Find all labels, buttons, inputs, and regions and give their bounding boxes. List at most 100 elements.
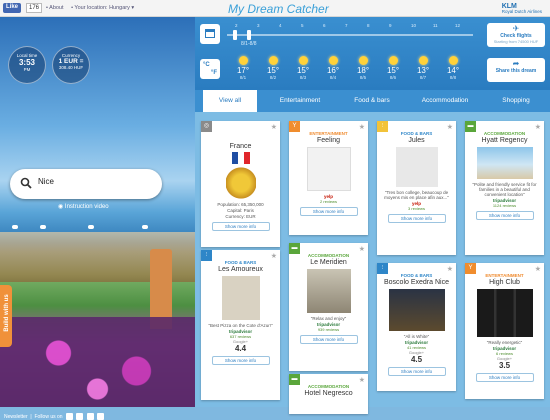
facebook-icon[interactable] [65, 413, 73, 420]
favorite-star-icon[interactable]: ★ [447, 123, 453, 131]
category-tabs: View all Entertainment Food & bars Accom… [195, 90, 550, 112]
tab-shopping[interactable]: Shopping [485, 90, 547, 112]
search-input[interactable] [38, 177, 148, 186]
show-more-info-button[interactable]: Show more info [475, 211, 534, 220]
tab-view-all[interactable]: View all [203, 90, 257, 112]
pinterest-icon[interactable] [76, 413, 84, 420]
review-quote: "Really energetic" [486, 340, 523, 345]
show-more-info-button[interactable]: Show more info [299, 335, 358, 344]
forecast-temp: 18° [356, 66, 370, 75]
timeline-tick: 4 [279, 23, 282, 28]
carousel-dot[interactable] [12, 225, 18, 229]
card-title: Jules [408, 137, 425, 144]
restaurant-image [221, 276, 260, 320]
klm-logo[interactable]: KLM Royal Dutch Airlines [502, 3, 542, 14]
card-title: High Club [489, 279, 520, 286]
google-score: Google+ 4.4 [201, 339, 280, 353]
country-info-card[interactable]: ◎ ★ France Population: 65,350,000 Capita… [201, 121, 280, 247]
review-count: 1124 reviews [492, 203, 517, 208]
entertainment-card[interactable]: Y ★ ENTERTAINMENT Feeling yelp 2 reviews… [289, 121, 368, 235]
food-bars-card[interactable]: ⫶ ★ FOOD & BARS Boscolo Exedra Nice "All… [377, 263, 456, 391]
card-category: ACCOMMODATION [307, 253, 350, 258]
card-title: Boscolo Exedra Nice [384, 279, 449, 286]
accommodation-card[interactable]: ▬ ★ ACCOMMODATION Hyatt Regency "Polite … [465, 121, 544, 255]
tab-food-bars[interactable]: Food & bars [340, 90, 404, 112]
food-bars-card[interactable]: ⫶ ★ FOOD & BARS Les Amoureux "Best Pizza… [201, 250, 280, 400]
bed-icon: ▬ [465, 121, 476, 132]
share-dream-button[interactable]: ➦ Share this dream [487, 58, 545, 82]
destination-search[interactable] [10, 169, 162, 199]
sun-icon [448, 56, 458, 65]
favorite-star-icon[interactable]: ★ [359, 123, 365, 131]
favorite-star-icon[interactable]: ★ [359, 376, 365, 384]
fork-knife-icon: ⫶ [377, 121, 388, 132]
google-score: Google+ 3.5 [465, 356, 544, 370]
review-count: 939 reviews [317, 327, 340, 332]
play-icon: ◉ [58, 204, 64, 210]
timeline-tick: 12 [455, 23, 461, 28]
forecast-date: 8/2 [269, 75, 277, 80]
email-icon[interactable] [86, 413, 94, 420]
carousel-dot[interactable] [40, 225, 46, 229]
weather-panel: 2 3 4 5 6 7 8 9 10 11 12 8/1-8/8 °C °F 1… [195, 17, 550, 90]
entertainment-card[interactable]: Y ★ ENTERTAINMENT High Club "Really ener… [465, 263, 544, 399]
show-more-info-button[interactable]: Show more info [387, 214, 446, 223]
favorite-star-icon[interactable]: ★ [271, 123, 277, 131]
klm-logo-subtitle: Royal Dutch Airlines [501, 9, 542, 14]
calendar-icon [205, 29, 215, 38]
sun-icon [238, 56, 248, 65]
location-selector[interactable]: • Your location: Hungary ▾ [71, 5, 134, 11]
about-link[interactable]: • About [46, 5, 64, 11]
card-title: Feeling [317, 137, 340, 144]
search-icon [20, 177, 32, 189]
sun-icon [328, 56, 338, 65]
carousel-dot[interactable] [142, 225, 148, 229]
forecast-strip: 17° 8/1 15° 8/2 15° 8/3 16° 8/4 18° 8/5 15° 8/… [231, 56, 471, 88]
favorite-star-icon[interactable]: ★ [535, 123, 541, 131]
forecast-day: 13° 8/7 [411, 56, 435, 80]
show-more-info-button[interactable]: Show more info [387, 367, 446, 376]
fork-knife-icon: ⫶ [377, 263, 388, 274]
local-time-value: 3:53 [18, 58, 35, 67]
cocktail-icon: Y [465, 263, 476, 274]
show-more-info-button[interactable]: Show more info [211, 222, 270, 231]
france-flag-icon [231, 152, 250, 164]
food-bars-card[interactable]: ⫶ ★ FOOD & BARS Jules "Tres bon college,… [377, 121, 456, 255]
instruction-video-link[interactable]: ◉ Instruction video [58, 203, 109, 210]
forecast-day: 15° 8/3 [291, 56, 315, 80]
timeline-start-handle[interactable] [233, 30, 237, 40]
forecast-date: 8/6 [389, 75, 397, 80]
timeline-tick: 3 [257, 23, 260, 28]
timeline-end-handle[interactable] [247, 30, 251, 40]
twitter-icon[interactable] [97, 413, 105, 420]
google-score-value: 3.5 [498, 361, 511, 370]
accommodation-card[interactable]: ▬ ★ ACCOMMODATION Hotel Negresco [289, 374, 368, 414]
bed-icon: ▬ [289, 374, 300, 385]
facebook-like-button[interactable]: Like [3, 3, 22, 13]
show-more-info-button[interactable]: Show more info [475, 373, 534, 382]
check-flights-button[interactable]: ✈ Check flights Starting from 74500 HUF [487, 23, 545, 47]
favorite-star-icon[interactable]: ★ [447, 265, 453, 273]
date-timeline-track[interactable] [227, 34, 473, 36]
card-title: Le Meridien [310, 259, 347, 266]
card-category: ENTERTAINMENT [485, 273, 524, 278]
show-more-info-button[interactable]: Show more info [211, 356, 270, 365]
newsletter-link[interactable]: Newsletter [4, 414, 28, 420]
favorite-star-icon[interactable]: ★ [359, 245, 365, 253]
temperature-unit-toggle[interactable]: °C °F [200, 59, 220, 79]
favorite-star-icon[interactable]: ★ [535, 265, 541, 273]
accommodation-card[interactable]: ▬ ★ ACCOMMODATION Le Meridien "Relax and… [289, 243, 368, 371]
card-category: FOOD & BARS [400, 273, 433, 278]
carousel-dot[interactable] [88, 225, 94, 229]
build-with-us-tab[interactable]: Build with us [0, 285, 12, 347]
tab-entertainment[interactable]: Entertainment [265, 90, 335, 112]
calendar-button[interactable] [200, 24, 220, 44]
forecast-date: 8/5 [359, 75, 367, 80]
share-icon: ➦ [512, 59, 520, 68]
show-more-info-button[interactable]: Show more info [299, 207, 358, 216]
sun-icon [418, 56, 428, 65]
google-score: Google+ 4.5 [377, 350, 456, 364]
tab-accommodation[interactable]: Accommodation [410, 90, 480, 112]
building-image [395, 147, 438, 187]
favorite-star-icon[interactable]: ★ [271, 252, 277, 260]
